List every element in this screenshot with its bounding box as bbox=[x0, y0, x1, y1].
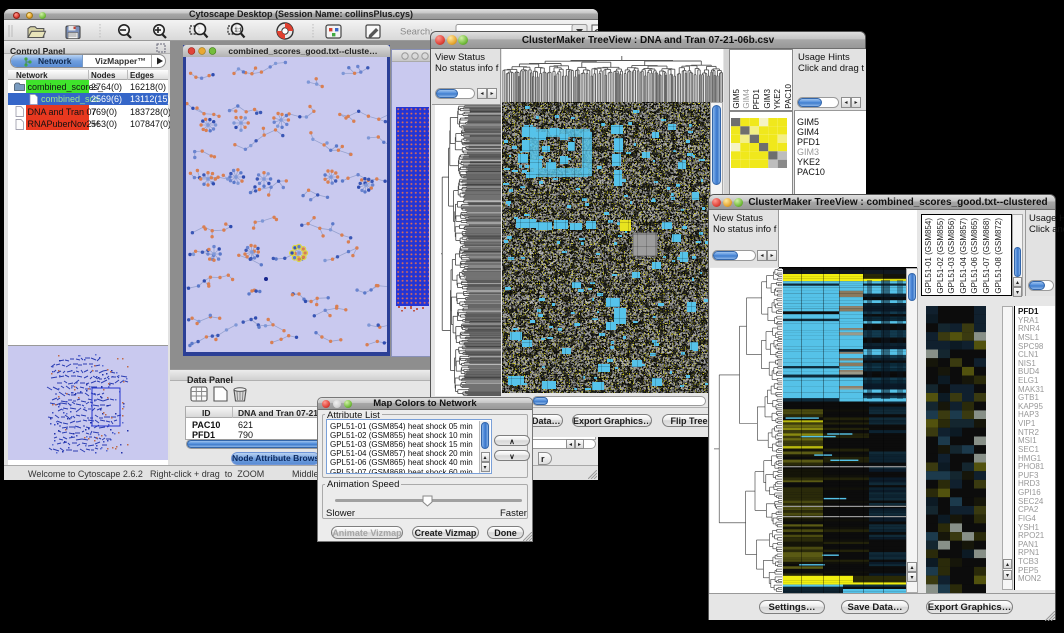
svg-text:1:1: 1:1 bbox=[235, 28, 242, 34]
svg-text:Search:: Search: bbox=[400, 27, 433, 38]
